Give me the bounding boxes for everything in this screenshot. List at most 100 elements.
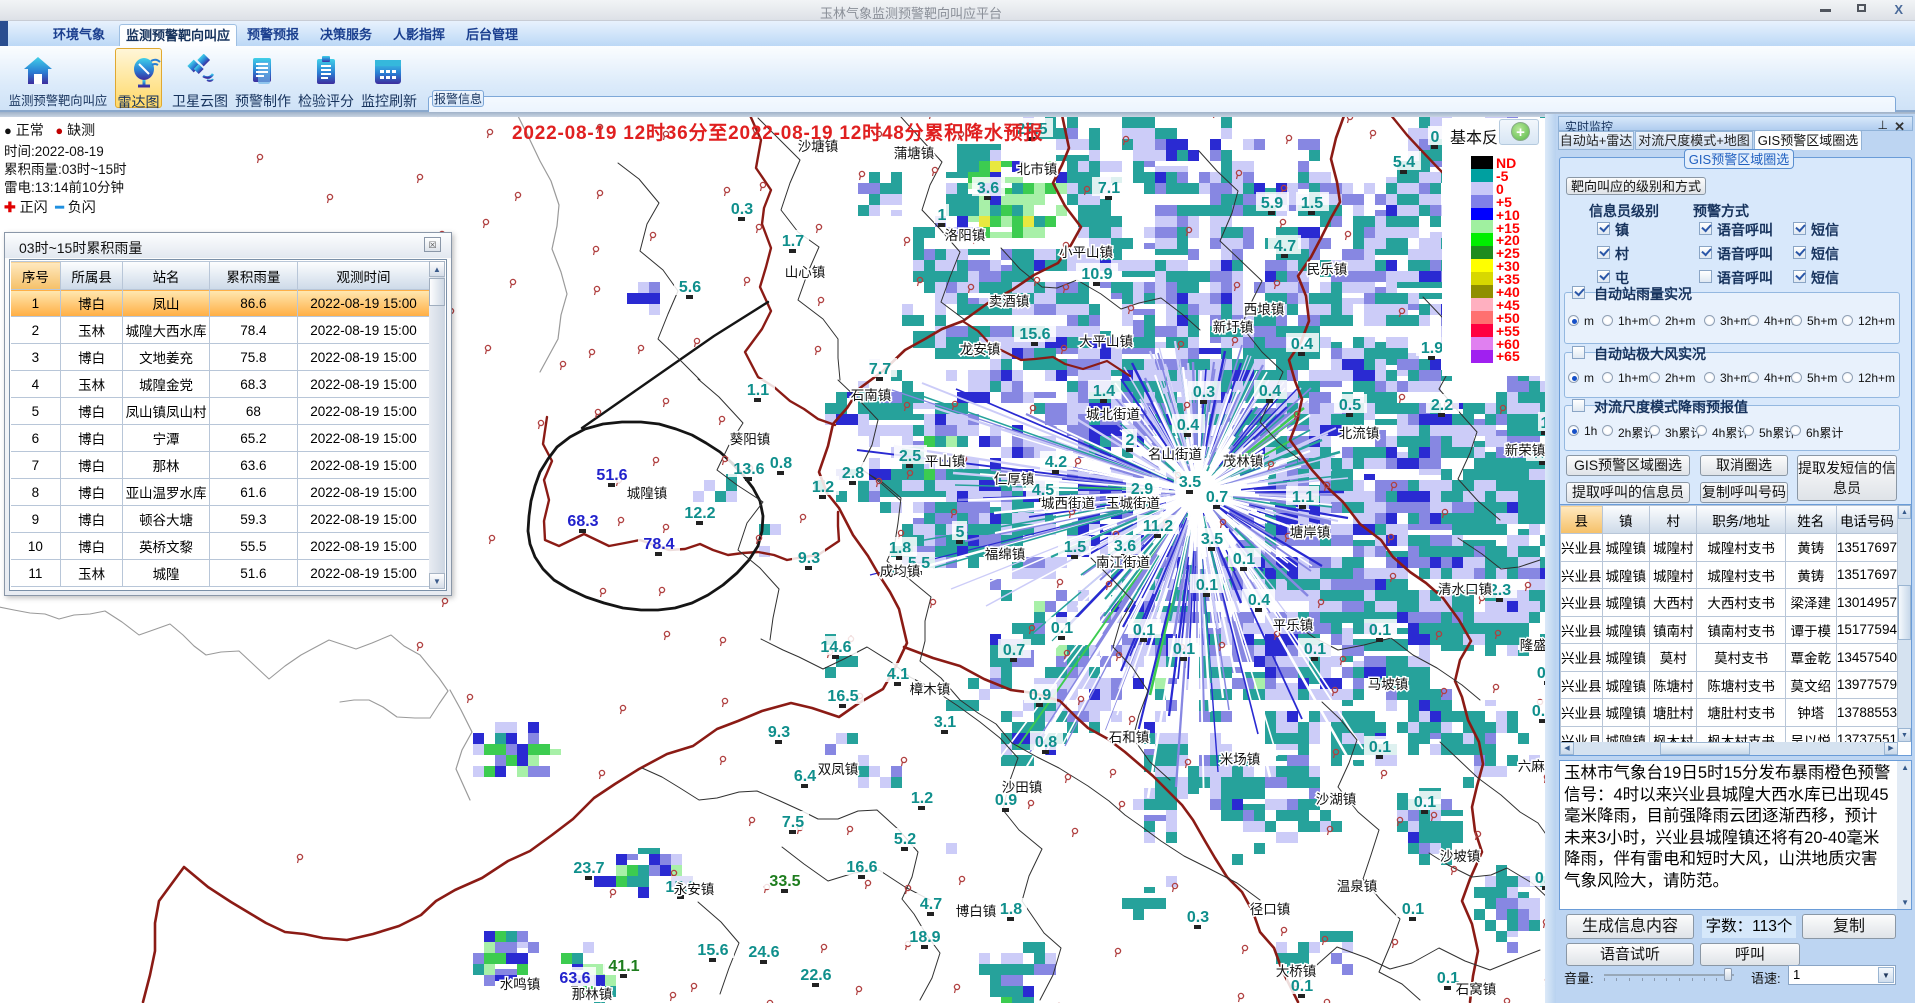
svg-text:米场镇: 米场镇 — [1220, 752, 1261, 767]
svg-text:0.5: 0.5 — [1339, 397, 1361, 414]
svg-text:0.1: 0.1 — [1414, 794, 1436, 811]
svg-text:沙湖镇: 沙湖镇 — [1316, 792, 1357, 807]
svg-text:卖酒镇: 卖酒镇 — [989, 294, 1030, 309]
svg-text:清水口镇: 清水口镇 — [1438, 582, 1492, 597]
svg-text:1.4: 1.4 — [1093, 383, 1115, 400]
svg-text:9.3: 9.3 — [768, 724, 790, 741]
svg-text:马坡镇: 马坡镇 — [1368, 677, 1409, 692]
svg-text:0.1: 0.1 — [1369, 622, 1391, 639]
svg-text:大桥镇: 大桥镇 — [1276, 964, 1317, 979]
svg-text:6.4: 6.4 — [794, 768, 816, 785]
svg-text:33.5: 33.5 — [769, 873, 800, 890]
svg-text:石窝镇: 石窝镇 — [1456, 981, 1497, 997]
svg-text:蒲塘镇: 蒲塘镇 — [894, 146, 935, 161]
svg-text:新圩镇: 新圩镇 — [1213, 320, 1254, 335]
svg-text:11.2: 11.2 — [1143, 518, 1173, 535]
svg-text:14.6: 14.6 — [820, 639, 851, 656]
svg-text:68.3: 68.3 — [567, 513, 598, 530]
svg-text:3.5: 3.5 — [1201, 531, 1223, 548]
svg-text:2022-08-19 12时36分至2022-08-19 1: 2022-08-19 12时36分至2022-08-19 12时48分累积降水预… — [512, 121, 1043, 144]
svg-text:塘岸镇: 塘岸镇 — [1290, 525, 1331, 540]
svg-text:0: 0 — [1431, 129, 1440, 146]
svg-text:博白镇: 博白镇 — [956, 903, 997, 919]
svg-text:4.1: 4.1 — [887, 666, 909, 683]
svg-text:城西街道: 城西街道 — [1041, 496, 1095, 511]
svg-text:小平山镇: 小平山镇 — [1059, 245, 1113, 260]
svg-text:0.4: 0.4 — [1248, 592, 1270, 609]
svg-text:仁厚镇: 仁厚镇 — [994, 472, 1035, 487]
svg-text:1.8: 1.8 — [1000, 901, 1022, 918]
svg-text:0.1: 0.1 — [1173, 641, 1195, 658]
svg-text:2.5: 2.5 — [899, 448, 921, 465]
svg-text:西埌镇: 西埌镇 — [1244, 302, 1285, 317]
svg-text:3.5: 3.5 — [1179, 474, 1201, 491]
svg-text:樟木镇: 樟木镇 — [910, 682, 951, 697]
svg-text:城北街道: 城北街道 — [1086, 407, 1140, 422]
svg-text:2: 2 — [1126, 432, 1135, 449]
svg-text:1.5: 1.5 — [1064, 539, 1086, 556]
svg-text:41.1: 41.1 — [608, 958, 639, 975]
svg-text:名山街道: 名山街道 — [1148, 447, 1202, 462]
svg-text:0.1: 0.1 — [1304, 641, 1326, 658]
svg-text:5.4: 5.4 — [1393, 154, 1415, 171]
svg-text:78.4: 78.4 — [643, 536, 674, 553]
svg-text:双凤镇: 双凤镇 — [818, 762, 859, 777]
svg-text:15.6: 15.6 — [697, 942, 728, 959]
svg-text:民乐镇: 民乐镇 — [1307, 262, 1348, 277]
svg-text:1.7: 1.7 — [782, 233, 804, 250]
svg-text:2.8: 2.8 — [842, 465, 864, 482]
svg-text:51.6: 51.6 — [596, 467, 627, 484]
svg-text:1.9: 1.9 — [1421, 340, 1443, 357]
svg-text:玉城街道: 玉城街道 — [1106, 496, 1160, 511]
svg-text:0.1: 0.1 — [1291, 978, 1313, 995]
svg-text:大平山镇: 大平山镇 — [1079, 334, 1133, 349]
svg-text:永安镇: 永安镇 — [674, 882, 715, 897]
svg-text:沙坡镇: 沙坡镇 — [1440, 849, 1481, 864]
svg-text:南江街道: 南江街道 — [1096, 555, 1150, 570]
svg-text:平山镇: 平山镇 — [925, 454, 966, 469]
svg-text:0.9: 0.9 — [1029, 687, 1051, 704]
svg-text:沙田镇: 沙田镇 — [1002, 780, 1043, 795]
svg-text:0.7: 0.7 — [1003, 642, 1025, 659]
svg-text:1.1: 1.1 — [747, 382, 769, 399]
svg-text:18.9: 18.9 — [909, 929, 940, 946]
svg-text:5.9: 5.9 — [1261, 195, 1283, 212]
svg-text:9.3: 9.3 — [798, 550, 820, 567]
svg-text:城隍镇: 城隍镇 — [627, 486, 668, 501]
svg-text:0.1: 0.1 — [1133, 622, 1155, 639]
svg-text:洛阳镇: 洛阳镇 — [945, 228, 986, 243]
svg-text:5.2: 5.2 — [894, 831, 916, 848]
svg-text:0.1: 0.1 — [1196, 577, 1218, 594]
svg-text:2.2: 2.2 — [1431, 397, 1453, 414]
svg-text:0.4: 0.4 — [1291, 336, 1313, 353]
svg-text:7.7: 7.7 — [869, 361, 891, 378]
svg-text:12.2: 12.2 — [684, 505, 715, 522]
svg-text:0.3: 0.3 — [731, 201, 753, 218]
svg-text:葵阳镇: 葵阳镇 — [730, 432, 771, 447]
svg-text:22.6: 22.6 — [800, 967, 831, 984]
svg-text:石南镇: 石南镇 — [851, 388, 892, 403]
svg-text:新荣镇: 新荣镇 — [1505, 443, 1546, 458]
svg-text:63.6: 63.6 — [559, 970, 590, 987]
svg-text:4.2: 4.2 — [1045, 454, 1067, 471]
svg-text:10.9: 10.9 — [1081, 266, 1112, 283]
svg-text:成均镇: 成均镇 — [880, 564, 921, 579]
svg-text:1: 1 — [938, 207, 947, 224]
svg-text:2.3: 2.3 — [1489, 582, 1511, 599]
svg-text:15.6: 15.6 — [1019, 326, 1050, 343]
svg-text:北市镇: 北市镇 — [1017, 161, 1058, 177]
svg-text:7.5: 7.5 — [782, 814, 804, 831]
svg-text:0.8: 0.8 — [770, 455, 792, 472]
svg-text:3.6: 3.6 — [977, 180, 999, 197]
svg-text:4.7: 4.7 — [920, 896, 942, 913]
svg-text:3.1: 3.1 — [934, 714, 956, 731]
svg-text:5.6: 5.6 — [679, 279, 701, 296]
svg-text:0.1: 0.1 — [1369, 739, 1391, 756]
svg-text:0.3: 0.3 — [1187, 909, 1209, 926]
svg-text:0.7: 0.7 — [1206, 489, 1228, 506]
svg-text:1.2: 1.2 — [911, 790, 933, 807]
svg-text:那林镇: 那林镇 — [572, 987, 613, 1002]
svg-text:0.4: 0.4 — [1177, 417, 1199, 434]
svg-text:1.5: 1.5 — [1301, 195, 1323, 212]
svg-text:0.1: 0.1 — [1051, 620, 1073, 637]
